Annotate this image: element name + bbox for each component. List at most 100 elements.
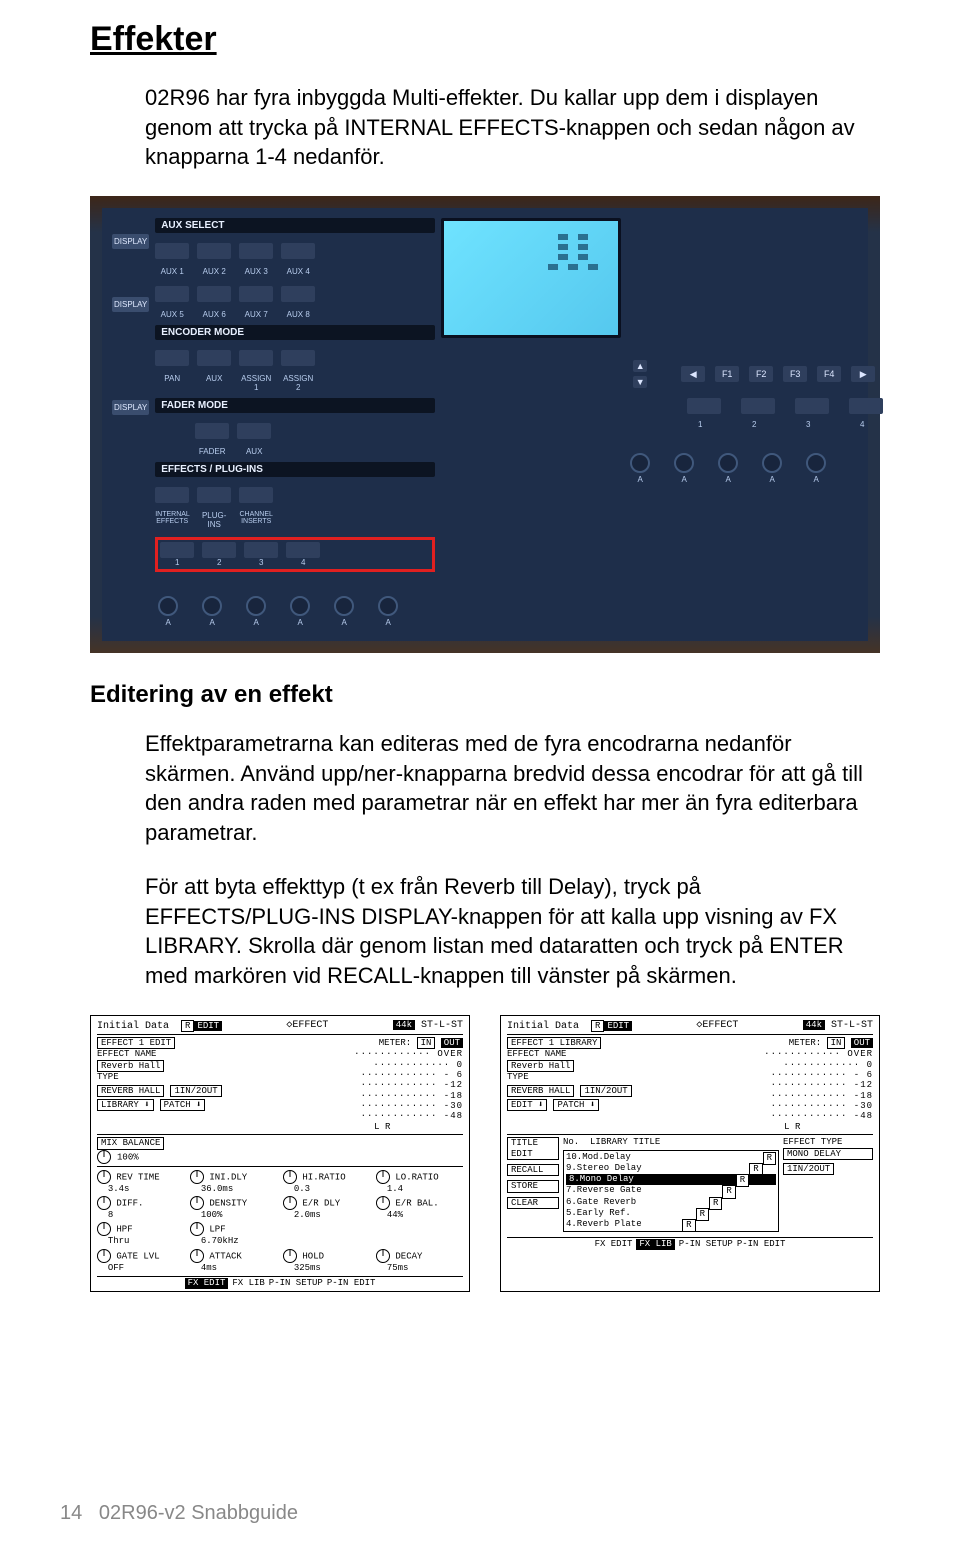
lcd2-eff: ◇EFFECT <box>696 1020 738 1033</box>
lcd1-eff: ◇EFFECT <box>286 1020 328 1033</box>
lcd2-m0: OVER <box>847 1049 873 1059</box>
lcd2-list-6: 4.Reverb Plate R <box>566 1219 776 1230</box>
lcd2-name-val: Reverb Hall <box>507 1060 574 1072</box>
enc-num-4: 4 <box>845 420 879 429</box>
lcd1-header: EFFECT 1 EDIT <box>97 1037 175 1049</box>
assign1-button <box>239 350 273 366</box>
aux-enc-label: AUX <box>197 374 231 392</box>
fx-4-label: 4 <box>286 558 320 567</box>
lcd2-tab-pin-edit: P-IN EDIT <box>737 1239 786 1249</box>
f2-button: F2 <box>749 366 773 382</box>
lcd1-tab-pin-setup: P-IN SETUP <box>269 1278 323 1288</box>
aux2-label: AUX 2 <box>197 267 231 276</box>
assign2-button <box>281 350 315 366</box>
lcd2-lr: L R <box>764 1122 873 1132</box>
f1-button: F1 <box>715 366 739 382</box>
lcd1-param-grid: REV TIME 3.4s INI.DLY 36.0ms HI.RATIO 0.… <box>97 1170 463 1273</box>
lcd-fx-library: Initial Data REDIT ◇EFFECT 44k ST-L-ST E… <box>500 1015 880 1292</box>
aux-select-label: AUX SELECT <box>155 218 435 233</box>
fader-button <box>195 423 229 439</box>
lcd2-list-0: 10.Mod.Delay R <box>566 1152 776 1163</box>
lcd1-type-lbl: TYPE <box>97 1072 222 1082</box>
aux4-button <box>281 243 315 259</box>
lcd1-io-top: ST-L-ST <box>421 1020 463 1031</box>
f3-button: F3 <box>783 366 807 382</box>
aux3-button <box>239 243 273 259</box>
channel-inserts-button <box>239 487 273 503</box>
lcd2-eff-io: 1IN/2OUT <box>783 1163 834 1175</box>
lcd2-efftype-val: MONO DELAY <box>783 1148 873 1160</box>
lcd2-m3: -12 <box>854 1080 873 1090</box>
aux-enc-button <box>197 350 231 366</box>
lcd2-edit: EDIT <box>604 1021 632 1031</box>
lcd1-name-val: Reverb Hall <box>97 1060 164 1072</box>
internal-effects-button <box>155 487 189 503</box>
paragraph-1: Effektparametrarna kan editeras med de f… <box>145 729 880 848</box>
lcd2-clear-btn: CLEAR <box>507 1197 559 1209</box>
footer-doc-title: 02R96-v2 Snabbguide <box>99 1502 298 1524</box>
paragraph-2: För att byta effekttyp (t ex från Reverb… <box>145 872 880 991</box>
lcd2-tab-edit: FX EDIT <box>595 1239 633 1249</box>
right-encoder-a2: A <box>671 453 697 484</box>
lcd1-tab-edit: FX EDIT <box>185 1278 229 1288</box>
encoder-mode-label: ENCODER MODE <box>155 325 435 340</box>
lcd2-meter-out: OUT <box>851 1038 873 1048</box>
lcd2-title: Initial Data <box>507 1021 579 1032</box>
left-encoder-a5: A <box>331 596 357 627</box>
lcd1-meter-in: IN <box>417 1037 436 1049</box>
aux1-label: AUX 1 <box>155 267 189 276</box>
effects-plugins-label: EFFECTS / PLUG-INS <box>155 462 435 477</box>
enc-sel-4 <box>849 398 883 414</box>
aux6-button <box>197 286 231 302</box>
lcd2-io: 1IN/2OUT <box>580 1085 631 1097</box>
right-encoder-a1: A <box>627 453 653 484</box>
lcd2-m4: -18 <box>854 1091 873 1101</box>
lcd2-list-hdr-no: No. <box>563 1137 579 1147</box>
nav-left-button: ◀ <box>681 366 705 382</box>
lcd1-m5: -30 <box>444 1101 463 1111</box>
lcd2-type-val: REVERB HALL <box>507 1085 574 1097</box>
aux6-label: AUX 6 <box>197 310 231 319</box>
lcd2-tab-pin-setup: P-IN SETUP <box>679 1239 733 1249</box>
lcd2-efftype-lbl: EFFECT TYPE <box>783 1137 873 1147</box>
aux8-button <box>281 286 315 302</box>
lcd1-tab-pin-edit: P-IN EDIT <box>327 1278 376 1288</box>
lcd2-io-top: ST-L-ST <box>831 1020 873 1031</box>
lcd2-meter-lbl: METER: <box>789 1038 821 1048</box>
lcd1-title: Initial Data <box>97 1021 169 1032</box>
lcd1-meter-out: OUT <box>441 1038 463 1048</box>
lcd2-list-hdr-title: LIBRARY TITLE <box>590 1137 660 1147</box>
lcd1-lib-btn: LIBRARY ⬇ <box>97 1099 154 1111</box>
display-button-enc: DISPLAY <box>112 297 149 312</box>
lcd2-m5: -30 <box>854 1101 873 1111</box>
lcd2-list-4: 6.Gate Reverb R <box>566 1197 776 1208</box>
enc-sel-2 <box>741 398 775 414</box>
lcd2-type-lbl: TYPE <box>507 1072 632 1082</box>
lcd1-patch-btn: PATCH ⬇ <box>160 1099 206 1111</box>
plugins-label: PLUG-INS <box>197 511 231 529</box>
enc-num-1: 1 <box>683 420 717 429</box>
display-button-aux: DISPLAY <box>112 234 149 249</box>
lcd1-m4: -18 <box>444 1091 463 1101</box>
pan-label: PAN <box>155 374 189 392</box>
lcd2-m2: - 6 <box>854 1070 873 1080</box>
fader-aux-button <box>237 423 271 439</box>
lcd1-edit: EDIT <box>194 1021 222 1031</box>
fx-1-button <box>160 542 194 558</box>
right-encoder-a5: A <box>803 453 829 484</box>
lcd1-io: 1IN/2OUT <box>170 1085 221 1097</box>
aux7-label: AUX 7 <box>239 310 273 319</box>
panel-lcd-screen <box>441 218 621 338</box>
lcd1-r: R <box>181 1020 194 1032</box>
aux5-label: AUX 5 <box>155 310 189 319</box>
lcd2-m6: -48 <box>854 1111 873 1121</box>
page-footer: 14 02R96-v2 Snabbguide <box>60 1502 298 1525</box>
aux2-button <box>197 243 231 259</box>
lcd2-header: EFFECT 1 LIBRARY <box>507 1037 601 1049</box>
aux1-button <box>155 243 189 259</box>
intro-paragraph: 02R96 har fyra inbyggda Multi-effekter. … <box>145 83 880 172</box>
plugins-button <box>197 487 231 503</box>
enc-sel-1 <box>687 398 721 414</box>
lcd1-lr: L R <box>354 1122 463 1132</box>
lcd2-list-5: 5.Early Ref. R <box>566 1208 776 1219</box>
